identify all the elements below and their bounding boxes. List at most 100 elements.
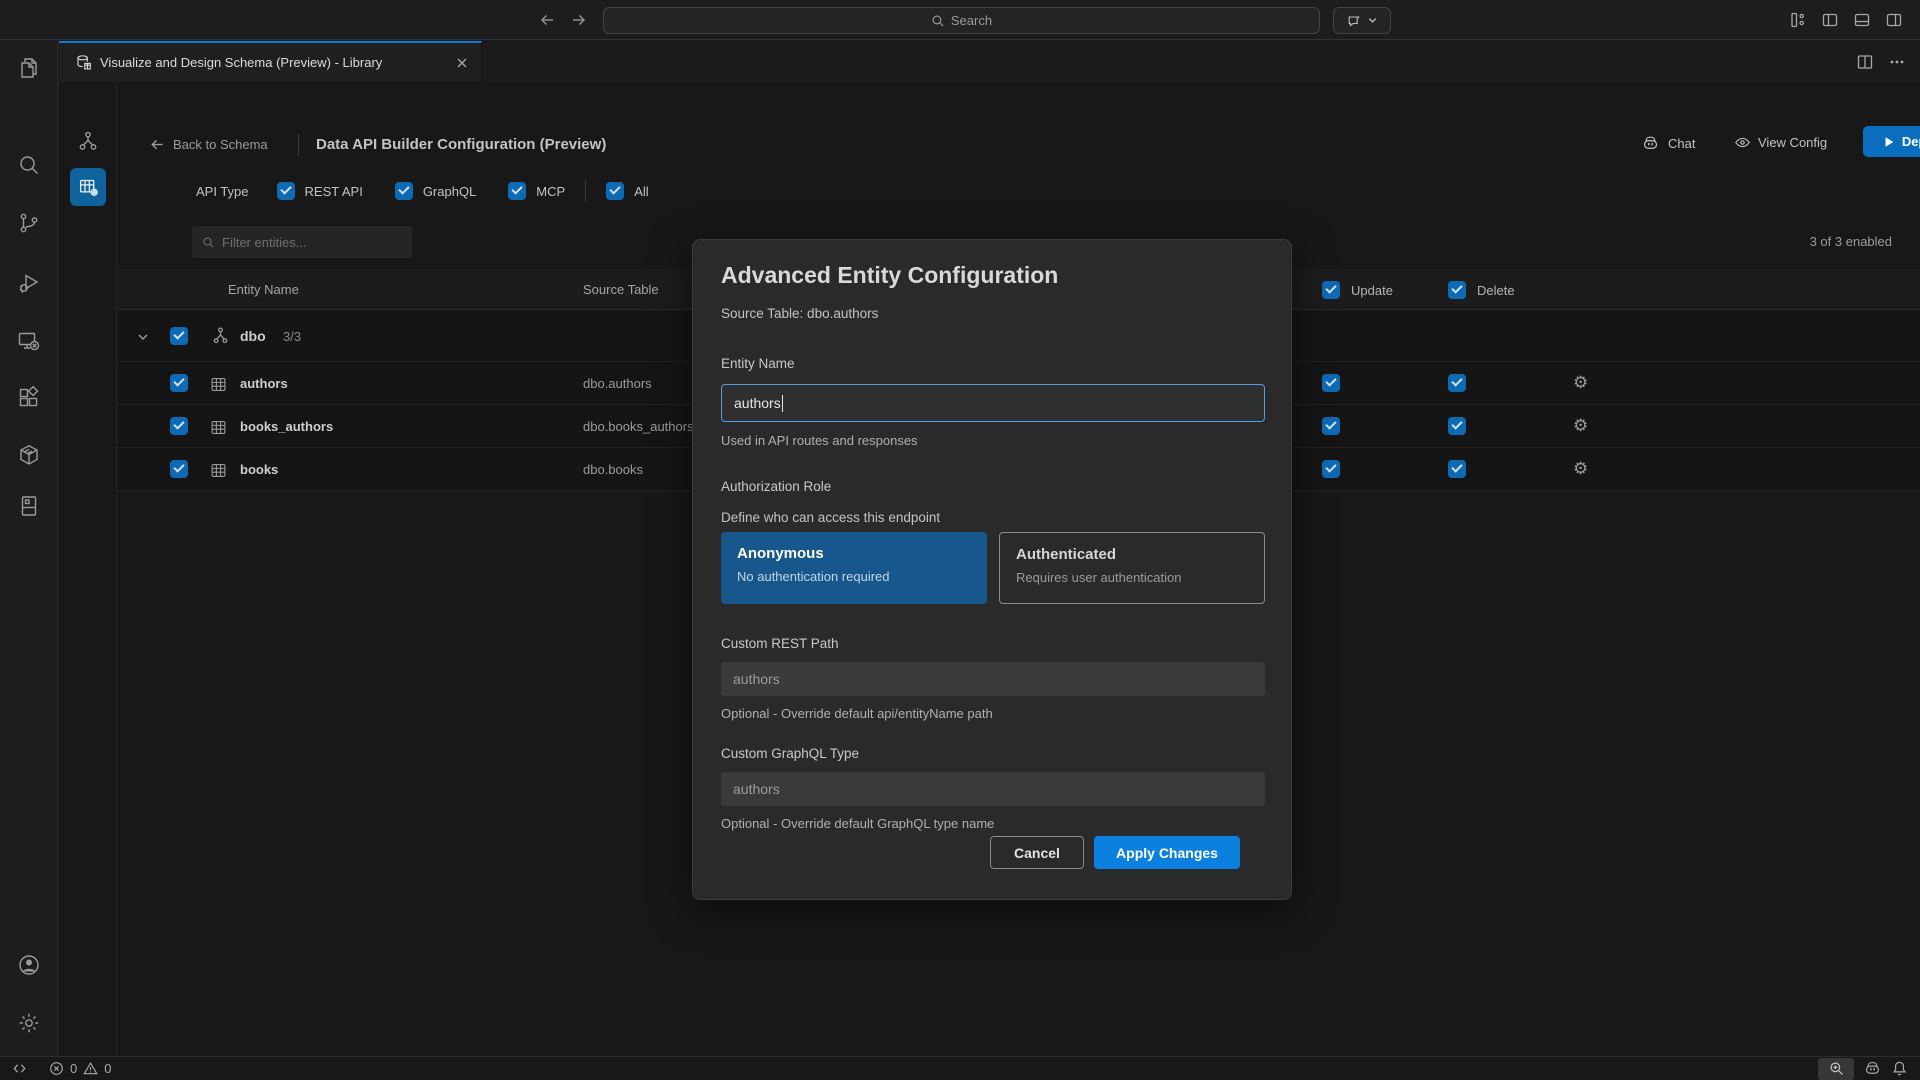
custom-rest-path-input[interactable] [721,662,1265,696]
entity-name-label: Entity Name [721,356,795,371]
search-sidebar-icon[interactable] [17,153,41,177]
settings-gear-icon[interactable] [17,1011,41,1035]
entity-name-input[interactable]: authors [721,384,1265,422]
deploy-button[interactable]: Deploy [1863,126,1920,157]
back-to-schema-label: Back to Schema [173,137,268,152]
update-all-checkbox[interactable] [1322,281,1340,299]
cancel-button[interactable]: Cancel [990,836,1084,869]
source-control-icon[interactable] [17,211,41,235]
page-title: Data API Builder Configuration (Preview) [316,136,606,153]
dialog-subtitle: Source Table: dbo.authors [721,306,878,321]
notifications-bell-icon[interactable] [1891,1060,1908,1077]
api-type-filter-row: API Type REST API GraphQL MCP All [196,180,649,202]
error-count[interactable]: 0 [70,1061,77,1076]
split-editor-icon[interactable] [1856,53,1874,71]
row-settings-gear-icon[interactable]: ⚙ [1573,459,1588,479]
delete-checkbox[interactable] [1448,374,1466,392]
filter-all[interactable]: All [606,182,648,200]
delete-checkbox[interactable] [1448,417,1466,435]
run-debug-icon[interactable] [17,271,41,295]
extensions-icon[interactable] [17,386,41,410]
data-api-builder-view-icon[interactable] [70,168,106,206]
divider [298,134,299,156]
api-type-label: API Type [196,184,249,199]
filter-mcp[interactable]: MCP [508,182,565,200]
chevron-down-icon [1367,15,1378,26]
group-checkbox[interactable] [170,327,188,345]
delete-all-checkbox[interactable] [1448,281,1466,299]
nav-back-icon[interactable] [538,11,556,29]
status-bar: 0 0 [0,1056,1920,1080]
authorization-role-description: Define who can access this endpoint [721,510,940,525]
toggle-sidebar-icon[interactable] [1821,11,1839,29]
zoom-status-button[interactable] [1818,1058,1854,1080]
filter-rest-api[interactable]: REST API [277,182,363,200]
delete-checkbox[interactable] [1448,460,1466,478]
chat-sparkle-icon [1346,13,1362,29]
auth-option-anonymous[interactable]: Anonymous No authentication required [721,532,987,604]
view-config-button[interactable]: View Config [1734,134,1827,151]
apply-changes-button[interactable]: Apply Changes [1094,836,1240,869]
nav-forward-icon[interactable] [570,11,588,29]
row-checkbox[interactable] [170,417,188,435]
tab-visualize-design-schema[interactable]: Visualize and Design Schema (Preview) - … [59,41,482,82]
graphql-label: GraphQL [423,184,476,199]
row-settings-gear-icon[interactable]: ⚙ [1573,416,1588,436]
row-checkbox[interactable] [170,374,188,392]
zoom-in-icon [1829,1061,1844,1076]
remote-explorer-icon[interactable] [17,329,41,353]
copilot-chat-button[interactable] [1333,7,1391,34]
global-search-input[interactable]: Search [603,7,1320,34]
dialog-title: Advanced Entity Configuration [721,262,1058,289]
window-titlebar: Search [0,0,1920,40]
rest-api-checkbox[interactable] [277,182,295,200]
warning-count[interactable]: 0 [104,1061,111,1076]
text-caret [782,395,784,412]
row-checkbox[interactable] [170,460,188,478]
filter-entities-input[interactable] [222,235,392,250]
schema-icon [211,326,230,345]
update-checkbox[interactable] [1322,460,1340,478]
toggle-secondary-sidebar-icon[interactable] [1885,11,1903,29]
chat-label: Chat [1668,136,1695,151]
enabled-summary: 3 of 3 enabled [1810,234,1892,249]
graphql-checkbox[interactable] [395,182,413,200]
warnings-icon[interactable] [83,1061,98,1076]
more-actions-icon[interactable] [1888,53,1906,71]
tab-bar: Visualize and Design Schema (Preview) - … [59,41,1920,82]
schema-designer-tab-icon [75,54,92,71]
auth-option-authenticated[interactable]: Authenticated Requires user authenticati… [999,532,1265,604]
update-checkbox[interactable] [1322,374,1340,392]
divider [585,180,586,202]
chat-button[interactable]: Chat [1641,134,1695,153]
copilot-status-icon[interactable] [1863,1059,1882,1078]
back-to-schema-button[interactable]: Back to Schema [150,137,268,152]
all-checkbox[interactable] [606,182,624,200]
table-icon [210,462,227,479]
explorer-icon[interactable] [17,56,41,80]
search-icon [202,236,215,249]
row-settings-gear-icon[interactable]: ⚙ [1573,373,1588,393]
containers-icon[interactable] [17,443,41,467]
activity-bar [0,41,58,1056]
update-checkbox[interactable] [1322,417,1340,435]
designer-mini-sidebar [59,82,117,1056]
chevron-down-icon[interactable] [136,330,150,344]
search-icon [931,14,945,28]
mcp-checkbox[interactable] [508,182,526,200]
filter-entities-box[interactable] [192,226,412,258]
filter-graphql[interactable]: GraphQL [395,182,476,200]
toggle-panel-icon[interactable] [1853,11,1871,29]
close-icon[interactable] [455,56,469,70]
customize-layout-icon[interactable] [1789,11,1807,29]
errors-icon[interactable] [49,1061,64,1076]
eye-icon [1734,134,1751,151]
deploy-label: Deploy [1902,134,1920,149]
account-icon[interactable] [17,953,41,977]
custom-graphql-type-input[interactable] [721,772,1265,806]
entity-name-helper: Used in API routes and responses [721,433,918,448]
remote-indicator-icon[interactable] [12,1061,27,1076]
view-config-label: View Config [1758,135,1827,150]
database-projects-icon[interactable] [17,494,41,518]
schema-view-icon[interactable] [77,130,99,152]
